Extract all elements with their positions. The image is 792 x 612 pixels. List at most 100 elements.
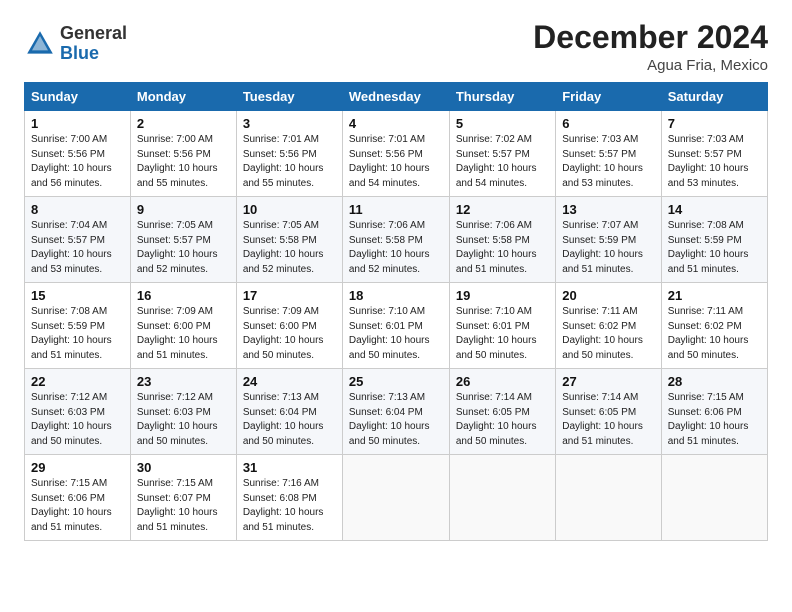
table-row: 1 Sunrise: 7:00 AM Sunset: 5:56 PM Daylig… (25, 111, 131, 197)
calendar-row-2: 8Sunrise: 7:04 AM Sunset: 5:57 PM Daylig… (25, 197, 768, 283)
table-row: 27 Sunrise: 7:14 AM Sunset: 6:05 PM Dayli… (556, 369, 662, 455)
table-row: 23 Sunrise: 7:12 AM Sunset: 6:03 PM Dayli… (130, 369, 236, 455)
logo-icon (24, 28, 56, 60)
table-row: 26 Sunrise: 7:14 AM Sunset: 6:05 PM Dayli… (449, 369, 555, 455)
day-info: Sunrise: 7:13 AM Sunset: 6:04 PM Dayligh… (243, 391, 336, 449)
day-number: 13 (562, 202, 655, 217)
day-info: Sunrise: 7:16 AM Sunset: 6:08 PM Dayligh… (243, 477, 336, 535)
table-row: 19Sunrise: 7:10 AM Sunset: 6:01 PM Dayli… (449, 283, 555, 369)
table-row: 8Sunrise: 7:04 AM Sunset: 5:57 PM Daylig… (25, 197, 131, 283)
table-row: 30Sunrise: 7:15 AM Sunset: 6:07 PM Dayli… (130, 455, 236, 541)
table-row: 31 Sunrise: 7:16 AM Sunset: 6:08 PM Dayli… (236, 455, 342, 541)
table-row (556, 455, 662, 541)
header-saturday: Saturday (661, 83, 767, 111)
day-number: 25 (349, 374, 443, 389)
day-info: Sunrise: 7:08 AM Sunset: 5:59 PM Dayligh… (668, 219, 761, 277)
day-info: Sunrise: 7:14 AM Sunset: 6:05 PM Dayligh… (456, 391, 549, 449)
calendar-row-4: 22 Sunrise: 7:12 AM Sunset: 6:03 PM Dayli… (25, 369, 768, 455)
day-info: Sunrise: 7:15 AM Sunset: 6:06 PM Dayligh… (668, 391, 761, 449)
day-number: 29 (31, 460, 124, 475)
header-tuesday: Tuesday (236, 83, 342, 111)
table-row: 15 Sunrise: 7:08 AM Sunset: 5:59 PM Dayli… (25, 283, 131, 369)
day-info: Sunrise: 7:01 AM Sunset: 5:56 PM Dayligh… (349, 133, 443, 191)
day-number: 28 (668, 374, 761, 389)
day-number: 1 (31, 116, 124, 131)
logo-blue: Blue (60, 44, 127, 64)
header-thursday: Thursday (449, 83, 555, 111)
header-sunday: Sunday (25, 83, 131, 111)
day-number: 26 (456, 374, 549, 389)
day-info: Sunrise: 7:05 AM Sunset: 5:57 PM Dayligh… (137, 219, 230, 277)
day-number: 23 (137, 374, 230, 389)
table-row (661, 455, 767, 541)
day-info: Sunrise: 7:06 AM Sunset: 5:58 PM Dayligh… (349, 219, 443, 277)
table-row: 5 Sunrise: 7:02 AM Sunset: 5:57 PM Daylig… (449, 111, 555, 197)
day-number: 14 (668, 202, 761, 217)
day-number: 7 (668, 116, 761, 131)
table-row: 4Sunrise: 7:01 AM Sunset: 5:56 PM Daylig… (342, 111, 449, 197)
table-row: 11Sunrise: 7:06 AM Sunset: 5:58 PM Dayli… (342, 197, 449, 283)
calendar-row-3: 15 Sunrise: 7:08 AM Sunset: 5:59 PM Dayli… (25, 283, 768, 369)
day-number: 22 (31, 374, 124, 389)
day-number: 20 (562, 288, 655, 303)
day-info: Sunrise: 7:07 AM Sunset: 5:59 PM Dayligh… (562, 219, 655, 277)
day-info: Sunrise: 7:05 AM Sunset: 5:58 PM Dayligh… (243, 219, 336, 277)
calendar-row-5: 29 Sunrise: 7:15 AM Sunset: 6:06 PM Dayli… (25, 455, 768, 541)
table-row (449, 455, 555, 541)
day-info: Sunrise: 7:00 AM Sunset: 5:56 PM Dayligh… (31, 133, 124, 191)
day-info: Sunrise: 7:10 AM Sunset: 6:01 PM Dayligh… (349, 305, 443, 363)
day-info: Sunrise: 7:09 AM Sunset: 6:00 PM Dayligh… (137, 305, 230, 363)
day-number: 17 (243, 288, 336, 303)
day-number: 3 (243, 116, 336, 131)
day-number: 21 (668, 288, 761, 303)
logo: General Blue (24, 24, 127, 64)
calendar-row-1: 1 Sunrise: 7:00 AM Sunset: 5:56 PM Daylig… (25, 111, 768, 197)
table-row: 7Sunrise: 7:03 AM Sunset: 5:57 PM Daylig… (661, 111, 767, 197)
table-row: 22 Sunrise: 7:12 AM Sunset: 6:03 PM Dayli… (25, 369, 131, 455)
header-monday: Monday (130, 83, 236, 111)
day-info: Sunrise: 7:14 AM Sunset: 6:05 PM Dayligh… (562, 391, 655, 449)
logo-general: General (60, 24, 127, 44)
page-header: General Blue December 2024 Agua Fria, Me… (24, 20, 768, 74)
day-number: 16 (137, 288, 230, 303)
table-row: 25 Sunrise: 7:13 AM Sunset: 6:04 PM Dayli… (342, 369, 449, 455)
location: Agua Fria, Mexico (533, 57, 768, 74)
day-number: 5 (456, 116, 549, 131)
table-row: 28 Sunrise: 7:15 AM Sunset: 6:06 PM Dayli… (661, 369, 767, 455)
day-info: Sunrise: 7:06 AM Sunset: 5:58 PM Dayligh… (456, 219, 549, 277)
day-number: 15 (31, 288, 124, 303)
table-row: 21Sunrise: 7:11 AM Sunset: 6:02 PM Dayli… (661, 283, 767, 369)
day-number: 6 (562, 116, 655, 131)
day-info: Sunrise: 7:12 AM Sunset: 6:03 PM Dayligh… (31, 391, 124, 449)
header-wednesday: Wednesday (342, 83, 449, 111)
table-row: 14 Sunrise: 7:08 AM Sunset: 5:59 PM Dayli… (661, 197, 767, 283)
day-info: Sunrise: 7:12 AM Sunset: 6:03 PM Dayligh… (137, 391, 230, 449)
table-row: 3 Sunrise: 7:01 AM Sunset: 5:56 PM Daylig… (236, 111, 342, 197)
day-number: 2 (137, 116, 230, 131)
day-info: Sunrise: 7:11 AM Sunset: 6:02 PM Dayligh… (562, 305, 655, 363)
day-number: 27 (562, 374, 655, 389)
table-row: 18Sunrise: 7:10 AM Sunset: 6:01 PM Dayli… (342, 283, 449, 369)
day-info: Sunrise: 7:01 AM Sunset: 5:56 PM Dayligh… (243, 133, 336, 191)
day-number: 8 (31, 202, 124, 217)
day-info: Sunrise: 7:09 AM Sunset: 6:00 PM Dayligh… (243, 305, 336, 363)
table-row: 24 Sunrise: 7:13 AM Sunset: 6:04 PM Dayli… (236, 369, 342, 455)
calendar-header-row: Sunday Monday Tuesday Wednesday Thursday… (25, 83, 768, 111)
table-row: 2 Sunrise: 7:00 AM Sunset: 5:56 PM Daylig… (130, 111, 236, 197)
table-row (342, 455, 449, 541)
day-number: 31 (243, 460, 336, 475)
title-block: December 2024 Agua Fria, Mexico (533, 20, 768, 74)
day-info: Sunrise: 7:13 AM Sunset: 6:04 PM Dayligh… (349, 391, 443, 449)
day-number: 24 (243, 374, 336, 389)
table-row: 12Sunrise: 7:06 AM Sunset: 5:58 PM Dayli… (449, 197, 555, 283)
table-row: 9Sunrise: 7:05 AM Sunset: 5:57 PM Daylig… (130, 197, 236, 283)
table-row: 6Sunrise: 7:03 AM Sunset: 5:57 PM Daylig… (556, 111, 662, 197)
day-info: Sunrise: 7:02 AM Sunset: 5:57 PM Dayligh… (456, 133, 549, 191)
day-info: Sunrise: 7:08 AM Sunset: 5:59 PM Dayligh… (31, 305, 124, 363)
day-info: Sunrise: 7:15 AM Sunset: 6:06 PM Dayligh… (31, 477, 124, 535)
calendar-table: Sunday Monday Tuesday Wednesday Thursday… (24, 82, 768, 541)
day-number: 10 (243, 202, 336, 217)
table-row: 20 Sunrise: 7:11 AM Sunset: 6:02 PM Dayli… (556, 283, 662, 369)
table-row: 16 Sunrise: 7:09 AM Sunset: 6:00 PM Dayli… (130, 283, 236, 369)
day-info: Sunrise: 7:00 AM Sunset: 5:56 PM Dayligh… (137, 133, 230, 191)
